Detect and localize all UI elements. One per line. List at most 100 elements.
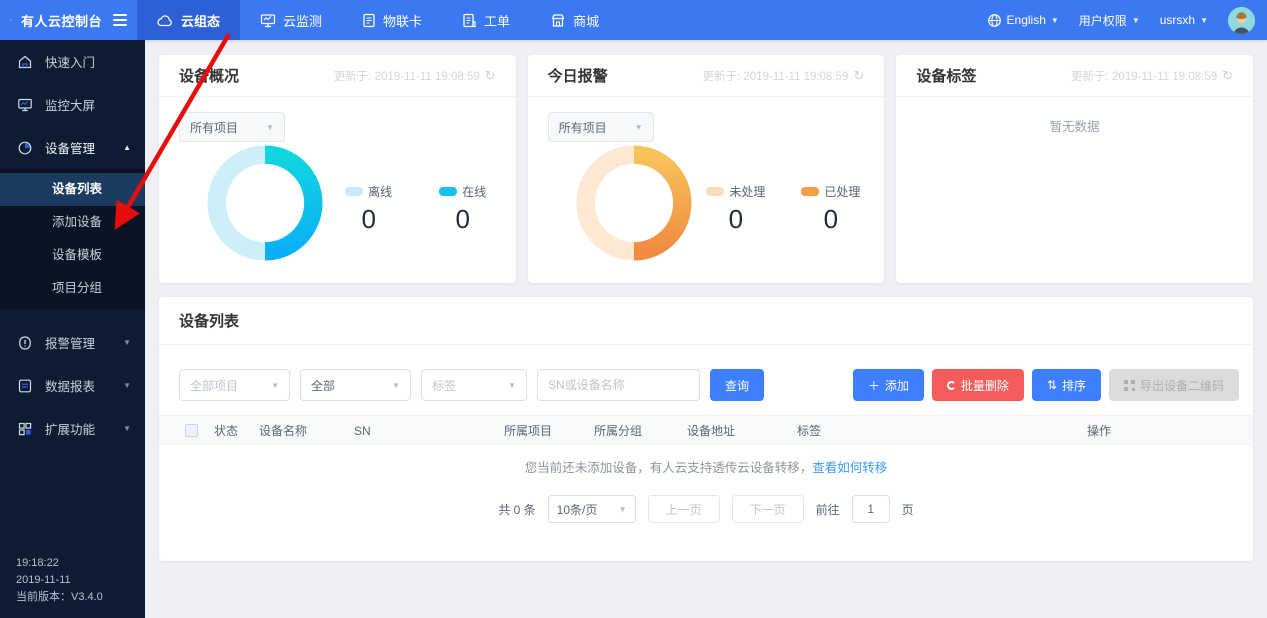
project-filter-select[interactable]: 所有项目 ▼	[548, 112, 654, 142]
work-order-icon	[462, 13, 477, 28]
add-button[interactable]: ＋ 添加	[853, 369, 924, 401]
offline-count: 0	[361, 204, 375, 235]
sort-button[interactable]: ⇅ 排序	[1032, 369, 1101, 401]
updated-at: 更新于: 2019-11-11 19:08:59 ↻	[334, 68, 496, 84]
chevron-down-icon: ▼	[508, 381, 516, 390]
language-dropdown[interactable]: English ▼	[987, 13, 1059, 28]
filter-project-select[interactable]: 全部项目 ▼	[179, 369, 290, 401]
report-icon	[17, 378, 33, 394]
topnav-item-cloud-scada[interactable]: 云组态	[137, 0, 240, 40]
globe-icon	[987, 13, 1002, 28]
card-title: 设备概况	[179, 65, 239, 86]
processed-count: 0	[824, 204, 838, 235]
topnav-label: 工单	[484, 11, 510, 30]
sidebar-item-data-report[interactable]: 数据报表 ▼	[0, 364, 145, 407]
query-button[interactable]: 查询	[710, 369, 764, 401]
sidebar-subitem-project-group[interactable]: 项目分组	[0, 272, 145, 305]
current-time: 19:18:22	[16, 555, 103, 572]
sidebar-item-extensions[interactable]: 扩展功能 ▼	[0, 407, 145, 450]
select-all-checkbox[interactable]	[185, 424, 198, 437]
project-filter-select[interactable]: 所有项目 ▼	[179, 112, 285, 142]
pie-chart-icon	[17, 140, 33, 156]
menu-toggle-icon[interactable]	[113, 14, 127, 26]
chevron-down-icon: ▼	[271, 381, 279, 390]
goto-page-input[interactable]	[852, 495, 890, 523]
export-qr-button[interactable]: 导出设备二维码	[1109, 369, 1239, 401]
chevron-up-icon: ▲	[123, 143, 131, 152]
device-list-panel: 设备列表 全部项目 ▼ 全部 ▼ 标签 ▼ 查询 ＋ 添加	[159, 297, 1253, 561]
filter-tag-select[interactable]: 标签 ▼	[421, 369, 527, 401]
sort-icon: ⇅	[1047, 378, 1057, 392]
column-project: 所属项目	[504, 416, 552, 446]
sidebar-item-device-management[interactable]: 设备管理 ▲	[0, 126, 145, 169]
sidebar-item-label: 扩展功能	[45, 419, 95, 438]
sidebar-item-quick-start[interactable]: 快速入门	[0, 40, 145, 83]
refresh-icon[interactable]: ↻	[1222, 68, 1233, 84]
current-date: 2019-11-11	[16, 572, 103, 589]
alarm-status-donut-chart	[576, 145, 692, 261]
column-device-name: 设备名称	[259, 416, 307, 446]
how-to-transfer-link[interactable]: 查看如何转移	[812, 461, 887, 475]
sidebar-item-label: 监控大屏	[45, 95, 95, 114]
select-value: 所有项目	[559, 119, 607, 136]
sim-card-icon	[362, 13, 376, 28]
prev-page-button[interactable]: 上一页	[648, 495, 720, 523]
page-size-select[interactable]: 10条/页 ▼	[548, 495, 636, 523]
sidebar-subitem-label: 项目分组	[52, 281, 102, 295]
refresh-icon[interactable]: ↻	[853, 68, 864, 84]
topnav-label: 物联卡	[383, 11, 422, 30]
updated-at: 更新于: 2019-11-11 19:08:59 ↻	[702, 68, 864, 84]
goto-prefix: 前往	[816, 501, 840, 518]
sidebar-subitem-device-template[interactable]: 设备模板	[0, 239, 145, 272]
permission-dropdown[interactable]: 用户权限 ▼	[1079, 12, 1140, 29]
card-device-tags: 设备标签 更新于: 2019-11-11 19:08:59 ↻ 暂无数据	[896, 55, 1253, 283]
topnav-item-iot-card[interactable]: 物联卡	[342, 0, 442, 40]
legend-swatch	[801, 187, 819, 196]
chevron-down-icon: ▼	[1200, 16, 1208, 25]
select-value: 全部项目	[190, 377, 238, 394]
avatar[interactable]	[1228, 7, 1255, 34]
topnav-item-cloud-monitor[interactable]: 云监测	[240, 0, 342, 40]
empty-state-text: 您当前还未添加设备，有人云支持透传云设备转移，	[525, 461, 813, 475]
usr-logo-icon	[10, 9, 12, 31]
sidebar-item-monitor-screen[interactable]: 监控大屏	[0, 83, 145, 126]
grid-icon	[17, 421, 33, 437]
table-header: 状态 设备名称 SN 所属项目 所属分组 设备地址 标签 操作	[159, 415, 1253, 445]
column-tags: 标签	[797, 416, 821, 446]
select-value: 标签	[432, 377, 456, 394]
chevron-down-icon: ▼	[1051, 16, 1059, 25]
monitor-icon	[260, 13, 276, 28]
topnav-item-mall[interactable]: 商城	[530, 0, 619, 40]
select-value: 10条/页	[557, 501, 598, 518]
legend-label: 未处理	[729, 183, 765, 200]
chevron-down-icon: ▼	[635, 123, 643, 132]
sidebar-subitem-add-device[interactable]: 添加设备	[0, 206, 145, 239]
big-screen-icon	[17, 97, 33, 113]
qr-code-icon	[1124, 380, 1135, 391]
user-dropdown[interactable]: usrsxh ▼	[1160, 13, 1208, 27]
search-input[interactable]	[537, 369, 700, 401]
chevron-down-icon: ▼	[123, 381, 131, 390]
sidebar-item-label: 数据报表	[45, 376, 95, 395]
topbar: 有人云控制台 云组态 云监测 物联卡	[0, 0, 1267, 40]
topnav-item-work-order[interactable]: 工单	[442, 0, 530, 40]
legend-offline: 离线 0	[340, 183, 398, 235]
button-label: 排序	[1062, 377, 1086, 394]
column-sn: SN	[354, 416, 371, 446]
topnav-label: 云监测	[283, 11, 322, 30]
filter-group-select[interactable]: 全部 ▼	[300, 369, 411, 401]
sidebar-item-alarm-management[interactable]: 报警管理 ▼	[0, 321, 145, 364]
alarm-icon	[17, 335, 33, 351]
brand-title: 有人云控制台	[21, 11, 102, 30]
sidebar-subitem-label: 添加设备	[52, 215, 102, 229]
batch-delete-icon	[947, 381, 956, 390]
button-label: 批量删除	[961, 377, 1009, 394]
refresh-icon[interactable]: ↻	[485, 68, 496, 84]
sidebar-subitem-device-list[interactable]: 设备列表	[0, 173, 145, 206]
chevron-down-icon: ▼	[1132, 16, 1140, 25]
next-page-button[interactable]: 下一页	[732, 495, 804, 523]
top-nav: 云组态 云监测 物联卡 工单	[137, 0, 619, 40]
batch-delete-button[interactable]: 批量删除	[932, 369, 1024, 401]
permission-label: 用户权限	[1079, 12, 1127, 29]
legend-online: 在线 0	[434, 183, 492, 235]
